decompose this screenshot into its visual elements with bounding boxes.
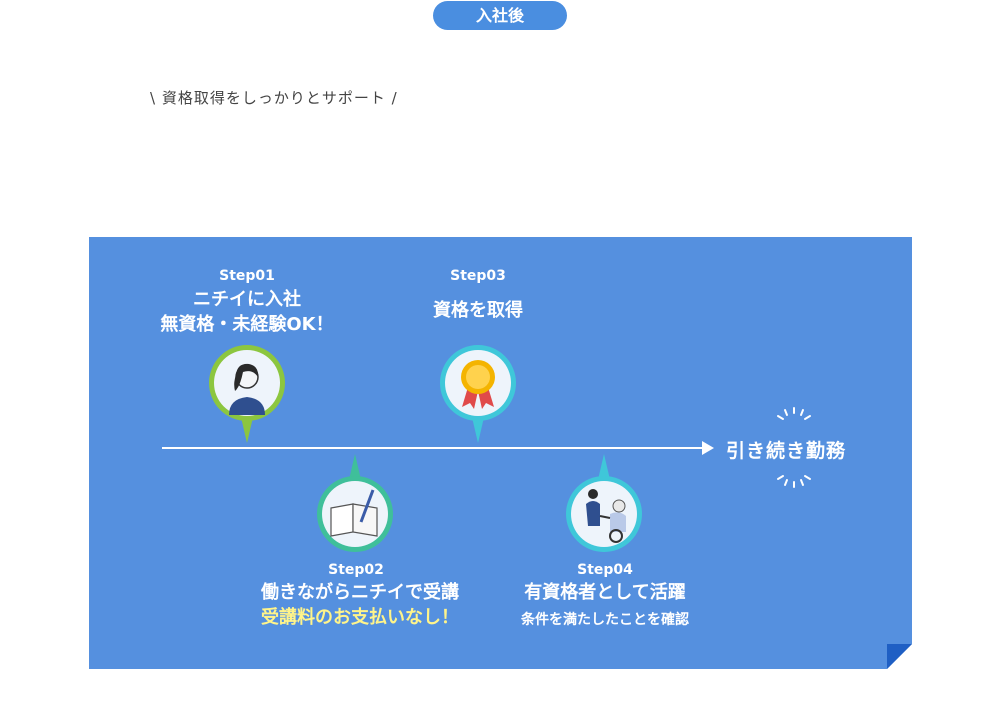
step04-note: 条件を満たしたことを確認 — [521, 612, 689, 628]
step04-label: Step04 — [577, 562, 633, 578]
step02-line1: 働きながらニチイで受講 — [261, 582, 459, 603]
step02-line2: 受講料のお支払いなし！ — [261, 607, 459, 628]
step04-pin — [566, 454, 642, 552]
continue-working-label: 引き続き勤務 — [726, 440, 847, 462]
step01-pin — [209, 345, 285, 443]
step02-pin — [317, 454, 393, 552]
step03-label: Step03 — [450, 268, 506, 284]
step03-pin — [440, 345, 516, 443]
step02-title: 働きながらニチイで受講 受講料のお支払いなし！ — [220, 580, 500, 630]
step01-label: Step01 — [219, 268, 275, 284]
step03-title: 資格を取得 — [433, 300, 523, 321]
step02-label: Step02 — [328, 562, 384, 578]
step04-title: 有資格者として活躍 — [524, 582, 686, 603]
